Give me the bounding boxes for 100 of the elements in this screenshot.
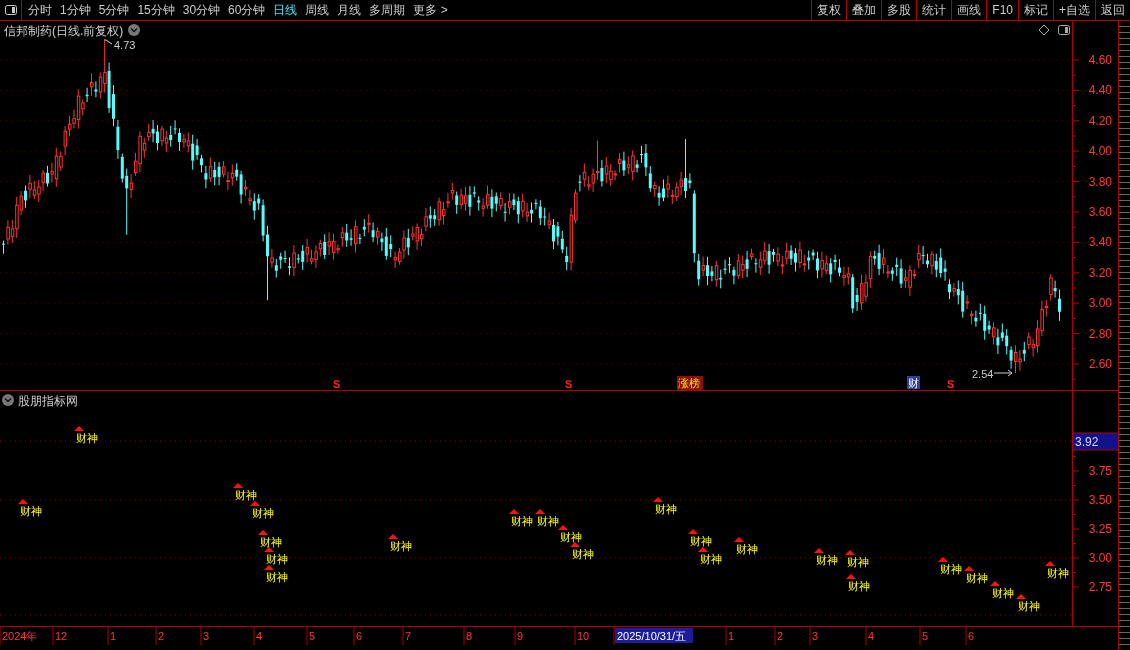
date-label: 3	[203, 630, 210, 642]
signal-label: 财神	[847, 556, 869, 568]
toolbar-button[interactable]: 复权	[811, 0, 847, 20]
arrow-up-icon	[698, 547, 708, 552]
date-label: 6	[356, 630, 363, 642]
high-price-label: 4.73	[114, 39, 136, 51]
arrow-up-icon	[846, 574, 856, 579]
date-label: 7	[405, 630, 412, 642]
signal-label: 财神	[537, 515, 559, 527]
signal-label: 财神	[816, 554, 838, 566]
date-label: 4	[256, 630, 263, 642]
indicator-tick: 3.75	[1088, 464, 1112, 478]
dropdown-icon[interactable]	[128, 24, 140, 36]
period-tab[interactable]: 分时	[24, 0, 56, 20]
signal-label: 财神	[266, 571, 288, 583]
signal-label: 财神	[992, 587, 1014, 599]
arrow-up-icon	[653, 497, 663, 502]
arrow-up-icon	[264, 565, 274, 570]
dropdown-icon[interactable]	[2, 394, 14, 406]
toolbar-button[interactable]: 返回	[1095, 0, 1130, 20]
toolbar-button[interactable]: 标记	[1018, 0, 1053, 20]
signal-label: 财神	[266, 553, 288, 565]
date-label: 5	[309, 630, 316, 642]
toolbar-button[interactable]: 多股	[881, 0, 917, 20]
price-tick: 2.60	[1088, 357, 1112, 371]
arrow-up-icon	[258, 530, 268, 535]
signal-label: 财神	[1018, 600, 1040, 612]
date-label: 2	[777, 630, 784, 642]
signal-label: 财神	[20, 505, 42, 517]
signal-label: 财神	[572, 548, 594, 560]
signal-label: 财神	[260, 536, 282, 548]
panel-icon[interactable]	[1058, 25, 1070, 35]
price-tick: 3.60	[1088, 205, 1112, 219]
signal-label: 财神	[511, 515, 533, 527]
arrow-up-icon	[509, 509, 519, 514]
arrow-up-icon	[233, 483, 243, 488]
signal-label: 财神	[252, 507, 274, 519]
period-tab[interactable]: 5分钟	[94, 0, 134, 20]
date-label: 8	[466, 630, 473, 642]
price-tick: 3.00	[1088, 296, 1112, 311]
date-label: 1	[728, 630, 735, 642]
selected-date[interactable]: 2025/10/31/五	[615, 628, 693, 643]
date-label: 6	[968, 630, 975, 642]
price-tick: 4.60	[1088, 53, 1112, 67]
price-tick: 3.40	[1088, 235, 1112, 250]
indicator-tick: 3.00	[1088, 551, 1112, 565]
signal-label: 财神	[76, 432, 98, 444]
arrow-up-icon	[18, 499, 28, 504]
toolbar-button[interactable]: 叠加	[846, 0, 882, 20]
toolbar-button[interactable]: +自选	[1053, 0, 1095, 20]
date-label: 2024年	[2, 630, 38, 642]
arrow-up-icon	[250, 501, 260, 506]
indicator-tick: 2.75	[1088, 580, 1112, 594]
event-tag: 涨榜	[677, 376, 703, 390]
date-label: 1	[110, 630, 117, 642]
period-tab[interactable]: 1分钟	[56, 0, 95, 20]
arrow-up-icon	[990, 581, 1000, 586]
arrow-up-icon	[1045, 561, 1055, 566]
toolbar-button[interactable]: F10	[986, 0, 1018, 20]
period-tab[interactable]: 60分钟	[224, 0, 270, 20]
high-price-pointer	[103, 39, 113, 45]
sell-mark: S	[565, 378, 573, 390]
period-tab[interactable]: 更多 >	[409, 0, 452, 20]
arrow-up-icon	[570, 542, 580, 547]
signal-label: 财神	[736, 543, 758, 555]
sell-mark: S	[333, 378, 341, 390]
signal-label: 财神	[940, 563, 962, 575]
period-tab[interactable]: 多周期	[365, 0, 410, 20]
signal-label: 财神	[848, 580, 870, 592]
period-tab[interactable]: 30分钟	[178, 0, 225, 20]
toolbar-button[interactable]: 画线	[951, 0, 987, 20]
date-label: 9	[517, 630, 524, 642]
signal-label: 财神	[1047, 567, 1069, 579]
toolbar-button[interactable]: 统计	[916, 0, 952, 20]
panel-icon	[4, 5, 17, 15]
price-tick: 4.00	[1088, 144, 1112, 159]
arrow-up-icon	[938, 557, 948, 562]
date-label: 2	[158, 630, 165, 642]
price-tick: 4.20	[1088, 113, 1112, 128]
signal-label: 财神	[700, 553, 722, 565]
indicator-tick: 3.25	[1088, 522, 1112, 536]
period-tab[interactable]: 月线	[333, 0, 366, 20]
signal-label: 财神	[235, 489, 257, 501]
arrow-up-icon	[535, 509, 545, 514]
date-label: 10	[577, 630, 590, 642]
price-tick: 2.80	[1088, 326, 1112, 341]
period-tab[interactable]: 15分钟	[133, 0, 179, 20]
current-value: 3.92	[1075, 435, 1099, 449]
period-tab[interactable]: 日线	[269, 0, 302, 20]
diamond-icon[interactable]	[1038, 24, 1050, 36]
date-label: 3	[812, 630, 819, 642]
arrow-up-icon	[688, 529, 698, 534]
signal-label: 财神	[560, 531, 582, 543]
indicator-title: 股朋指标网	[18, 394, 78, 408]
period-tab[interactable]: 周线	[301, 0, 334, 20]
price-tick: 3.80	[1088, 174, 1112, 189]
arrow-up-icon	[74, 426, 84, 431]
arrow-up-icon	[558, 525, 568, 530]
signal-label: 财神	[690, 535, 712, 547]
signal-label: 财神	[966, 572, 988, 584]
